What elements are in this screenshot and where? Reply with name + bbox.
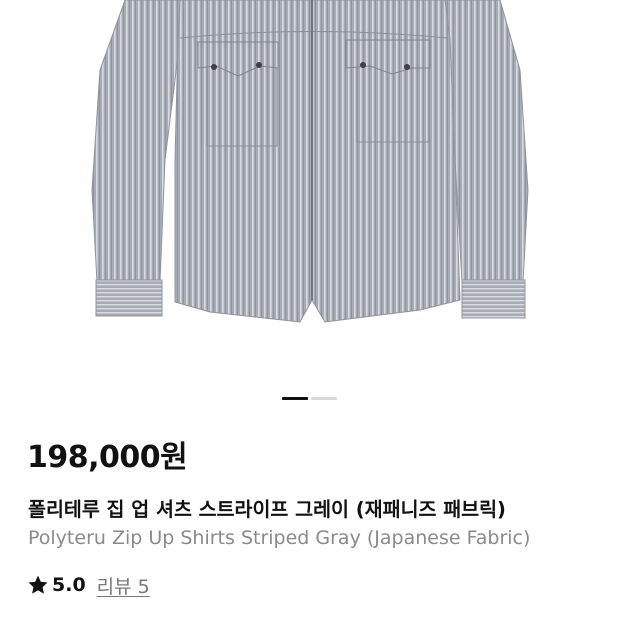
left-sleeve bbox=[91, 0, 184, 283]
pager-dot-1[interactable] bbox=[282, 397, 308, 400]
product-title-english: Polyteru Zip Up Shirts Striped Gray (Jap… bbox=[28, 527, 531, 549]
review-count-link[interactable]: 리뷰 5 bbox=[97, 572, 150, 599]
right-cuff bbox=[461, 279, 526, 319]
product-title-korean: 폴리테루 집 업 셔츠 스트라이프 그레이 (재패니즈 패브릭) bbox=[28, 498, 506, 521]
star-icon bbox=[28, 575, 48, 594]
rating-score: 5.0 bbox=[52, 574, 86, 596]
product-detail-page: 198,000원 폴리테루 집 업 셔츠 스트라이프 그레이 (재패니즈 패브릭… bbox=[0, 0, 620, 620]
left-cuff bbox=[95, 279, 163, 317]
image-pager[interactable] bbox=[282, 397, 337, 400]
rating-row: 5.0 리뷰 5 bbox=[27, 571, 150, 599]
pager-dot-2[interactable] bbox=[311, 397, 337, 400]
product-price: 198,000원 bbox=[27, 440, 188, 475]
product-image[interactable] bbox=[0, 0, 620, 380]
